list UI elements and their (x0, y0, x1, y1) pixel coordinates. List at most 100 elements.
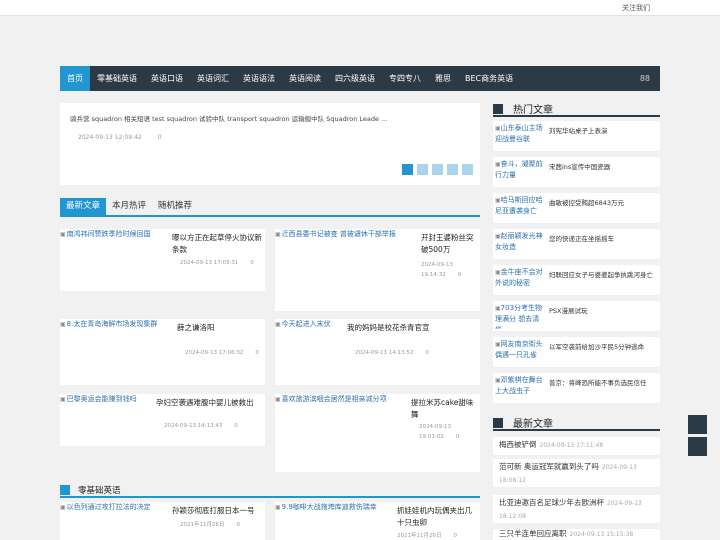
latest-article-title[interactable]: 三只羊连单回应离职 (499, 529, 567, 538)
article-card[interactable]: 9.9咖啡大战拖垮库迪救伤瑞幸 抓娃娃机内玩偶夹出几十只虫卵 2021年11月2… (275, 502, 480, 540)
hot-article-item[interactable]: 网友南京街头偶遇一只孔雀以军空袭前给加沙平民5分钟逃命 (493, 337, 660, 367)
tab-monthly-hot[interactable]: 本月热评 (106, 198, 152, 215)
article-views: 0 (425, 350, 429, 356)
latest-article-date: 2024-09-13 17:11:48 (539, 442, 604, 449)
article-title[interactable]: 孙颖莎彻底打服日本一号 (172, 505, 264, 517)
latest-article-item[interactable]: 范可新 奥运冠军就赢到头了吗 2024-09-13 18:08:12 (493, 459, 660, 487)
hot-article-title[interactable]: 普京：将峰恐所能不事负选民信任 (549, 378, 657, 388)
hot-article-thumbnail[interactable]: 奋斗，凝聚前行力量 (495, 159, 545, 185)
hot-article-title[interactable]: 宋茜ins宣传中国瓷器 (549, 162, 657, 172)
hot-article-thumbnail[interactable]: 703分考生物理满分 想去清华 (495, 303, 545, 329)
article-title[interactable]: 我的妈妈是校花杀青官宣 (347, 322, 477, 334)
article-thumbnail[interactable]: 8.太在青岛海鲜市场发现集群 (60, 319, 172, 329)
article-title[interactable]: 孕妇空袭遇难腹中婴儿被救出 (156, 397, 264, 409)
section-title[interactable]: 零基础英语 (78, 484, 121, 496)
article-thumbnail[interactable]: 今天起进入末伏 (275, 319, 343, 329)
hot-article-item[interactable]: 山东泰山主场迎战曼谷联刘宪华站桌子上表演 (493, 121, 660, 151)
nav-item-cet[interactable]: 四六级英语 (328, 66, 382, 91)
nav-item-vocabulary[interactable]: 英语词汇 (190, 66, 236, 91)
article-title[interactable]: 提拉米苏cake甜味舞 (411, 397, 479, 421)
article-thumbnail[interactable]: 以色列通过攻打拉法的决定 (60, 502, 166, 512)
ticker-panel: 骑兵营 squadron 相关短语 test squadron 试验中队 tra… (60, 103, 480, 185)
floating-action-button[interactable] (688, 415, 707, 434)
slider-dot[interactable] (447, 164, 458, 175)
ticker-views: 0 (157, 134, 162, 141)
floating-action-button[interactable] (688, 437, 707, 456)
hot-article-thumbnail[interactable]: 哈马斯回应哈尼亚遭袭身亡 (495, 195, 545, 221)
hot-article-title[interactable]: 您的快递正在坐摇摇车 (549, 234, 657, 244)
slider-dot[interactable] (402, 164, 413, 175)
nav-item-beginner[interactable]: 零基础英语 (90, 66, 144, 91)
latest-article-item[interactable]: 比亚迪邀百名足球少年去欧洲杯 2024-09-13 18:12:08 (493, 495, 660, 523)
nav-item-grammar[interactable]: 英语语法 (236, 66, 282, 91)
hot-article-title[interactable]: 刘宪华站桌子上表演 (549, 126, 657, 136)
article-title[interactable]: 开封王婆粉丝突破500万 (421, 232, 479, 256)
article-tabs: 最新文章 本月热评 随机推荐 (60, 198, 480, 217)
slider-dot[interactable] (462, 164, 473, 175)
section-marker (60, 485, 70, 495)
slider-dots (402, 164, 473, 175)
article-title[interactable]: 薛之谦洛阳 (177, 322, 262, 334)
hot-article-item[interactable]: 赵丽颖发光神女妆造您的快递正在坐摇摇车 (493, 229, 660, 259)
article-views: 0 (453, 533, 458, 539)
article-card[interactable]: 8.太在青岛海鲜市场发现集群 薛之谦洛阳 2024-09-13 17:06:32… (60, 319, 265, 385)
sidebar-latest-title: 最新文章 (513, 419, 553, 430)
tab-latest[interactable]: 最新文章 (60, 198, 107, 215)
sidebar-header-hot: 热门文章 (493, 103, 660, 117)
article-thumbnail[interactable]: 巴黎奥运会能赚到钱吗 (60, 394, 152, 404)
article-thumbnail[interactable]: 南鸿祎间赞跌季险时候回国 (60, 229, 170, 239)
hot-article-thumbnail[interactable]: 金牛座不会对外说的秘密 (495, 267, 545, 293)
article-meta: 2021年11月26日 0 (397, 531, 457, 539)
nav-item-tem[interactable]: 专四专八 (382, 66, 428, 91)
latest-article-title[interactable]: 范可新 奥运冠军就赢到头了吗 (499, 462, 599, 471)
hot-article-title[interactable]: PSX漫展试玩 (549, 306, 657, 316)
nav-item-reading[interactable]: 英语阅读 (282, 66, 328, 91)
nav-item-ielts[interactable]: 雅思 (428, 66, 458, 91)
hot-article-thumbnail[interactable]: 山东泰山主场迎战曼谷联 (495, 123, 545, 149)
article-meta: 2024-09-13 17:06:32 0 (185, 350, 259, 356)
nav-item-home[interactable]: 首页 (60, 66, 90, 91)
hot-article-title[interactable]: 以军空袭前给加沙平民5分钟逃命 (549, 342, 657, 352)
hot-article-item[interactable]: 哈马斯回应哈尼亚遭袭身亡曲敏被控受贿超6843万元 (493, 193, 660, 223)
article-card[interactable]: 喜欢旅游滨咽会居然是相亲减分项 提拉米苏cake甜味舞 2024-09-13 1… (275, 394, 480, 472)
latest-article-title[interactable]: 比亚迪邀百名足球少年去欧洲杯 (499, 498, 604, 507)
article-title[interactable]: 曝以方正在起草停火协议新条款 (172, 232, 264, 256)
tab-random[interactable]: 随机推荐 (152, 198, 198, 215)
article-date: 2024-09-13 19:14:32 (421, 262, 453, 278)
hot-article-item[interactable]: 奋斗，凝聚前行力量宋茜ins宣传中国瓷器 (493, 157, 660, 187)
hot-article-thumbnail[interactable]: 邓紫棋在舞台上大战虫子 (495, 375, 545, 401)
ticker-meta: 2024-09-13 12:09:42 0 (78, 134, 161, 141)
section-marker (493, 104, 503, 114)
ticker-date: 2024-09-13 12:09:42 (78, 134, 142, 141)
article-card[interactable]: 以色列通过攻打拉法的决定 孙颖莎彻底打服日本一号 2021年11月26日 0 (60, 502, 265, 540)
slider-dot[interactable] (432, 164, 443, 175)
article-card[interactable]: 今天起进入末伏 我的妈妈是校花杀青官宣 2024-09-13 14:13:52 0 (275, 319, 480, 385)
follow-us-link[interactable]: 关注我们 (622, 3, 650, 13)
hot-article-item[interactable]: 邓紫棋在舞台上大战虫子普京：将峰恐所能不事负选民信任 (493, 373, 660, 403)
ticker-text[interactable]: 骑兵营 squadron 相关短语 test squadron 试验中队 tra… (70, 113, 470, 123)
article-title[interactable]: 抓娃娃机内玩偶夹出几十只虫卵 (397, 505, 479, 529)
article-views: 0 (234, 423, 238, 429)
article-views: 0 (457, 272, 462, 278)
article-thumbnail[interactable]: 喜欢旅游滨咽会居然是相亲减分项 (275, 394, 405, 404)
latest-article-title[interactable]: 梅西被铲倒 (499, 440, 537, 449)
article-views: 0 (236, 522, 241, 528)
article-card[interactable]: 南鸿祎间赞跌季险时候回国 曝以方正在起草停火协议新条款 2024-09-13 1… (60, 229, 265, 291)
latest-article-item[interactable]: 梅西被铲倒 2024-09-13 17:11:48 (493, 437, 660, 455)
article-thumbnail[interactable]: 9.9咖啡大战拖垮库迪救伤瑞幸 (275, 502, 390, 512)
hot-article-item[interactable]: 703分考生物理满分 想去清华 PSX漫展试玩 (493, 301, 660, 331)
hot-article-thumbnail[interactable]: 赵丽颖发光神女妆造 (495, 231, 545, 257)
hot-article-thumbnail[interactable]: 网友南京街头偶遇一只孔雀 (495, 339, 545, 365)
slider-dot[interactable] (417, 164, 428, 175)
hot-article-item[interactable]: 金牛座不会对外说的秘密妇联回应女子与婆婆起争执跳河身亡 (493, 265, 660, 295)
hot-article-title[interactable]: 妇联回应女子与婆婆起争执跳河身亡 (549, 270, 657, 280)
menu-icon[interactable]: 88 (640, 66, 650, 91)
article-card[interactable]: 巴黎奥运会能赚到钱吗 孕妇空袭遇难腹中婴儿被救出 2024-09-13 14:1… (60, 394, 265, 446)
article-meta: 2024-09-13 14:13:43 0 (164, 423, 238, 429)
nav-item-bec[interactable]: BEC商务英语 (458, 66, 520, 91)
latest-article-item[interactable]: 三只羊连单回应离职 2024-09-13 15:15:38 (493, 529, 660, 540)
article-thumbnail[interactable]: 迁西县委书记被查 曾被谴休干部举报 (275, 229, 415, 239)
hot-article-title[interactable]: 曲敏被控受贿超6843万元 (549, 198, 657, 208)
nav-item-speaking[interactable]: 英语口语 (144, 66, 190, 91)
article-card[interactable]: 迁西县委书记被查 曾被谴休干部举报 开封王婆粉丝突破500万 2024-09-1… (275, 229, 480, 311)
